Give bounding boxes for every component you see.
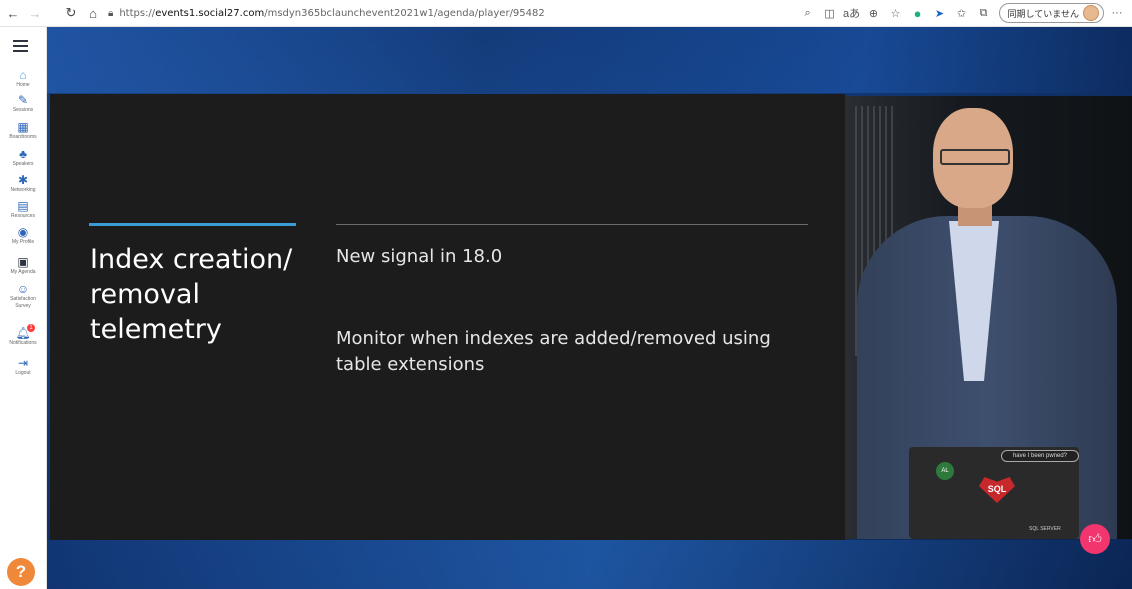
- notification-badge: 1: [27, 324, 35, 332]
- sticker-sql-server: SQL SERVER: [1029, 526, 1061, 532]
- home-icon[interactable]: ⌂: [84, 4, 102, 22]
- slide-title: Index creation/ removal telemetry: [90, 244, 293, 345]
- sidebar-item-label: Speakers: [12, 161, 34, 167]
- sidebar-item-label: Logout: [15, 370, 31, 376]
- speaker-icon: ♣: [19, 147, 27, 161]
- zoom-icon[interactable]: ⊕: [865, 3, 883, 23]
- favorites-icon[interactable]: ✩: [953, 3, 971, 23]
- split-icon[interactable]: ◫: [821, 3, 839, 23]
- url-path: /msdyn365bclaunchevent2021w1/agenda/play…: [264, 7, 545, 19]
- event-sidebar: ⌂ Home ✎ Sessions ▦ Boardrooms ♣ Speaker…: [0, 27, 47, 589]
- thumbs-up-button[interactable]: 👍︎: [1080, 524, 1110, 554]
- calendar-icon: ▣: [17, 255, 29, 269]
- sidebar-item-speakers[interactable]: ♣ Speakers: [0, 148, 46, 168]
- sidebar-item-label: Satisfaction Survey: [10, 296, 36, 309]
- forward-icon[interactable]: →: [26, 4, 44, 22]
- network-icon: ✱: [17, 173, 29, 187]
- avatar: [1083, 5, 1099, 21]
- collections-icon[interactable]: ⧉: [975, 3, 993, 23]
- logout-icon: ⇥: [17, 356, 29, 370]
- search-icon[interactable]: ⌕: [799, 3, 817, 23]
- session-player: Index creation/ removal telemetry New si…: [47, 27, 1132, 589]
- browser-toolbar: ← → ↻ ⌂ 🔒︎ https://events1.social27.com /…: [0, 0, 1132, 27]
- sticker-al: AL: [936, 462, 954, 480]
- sidebar-item-label: Resources: [11, 213, 35, 219]
- slide-body: Monitor when indexes are added/removed u…: [336, 328, 771, 375]
- title-accent-bar: [89, 223, 296, 226]
- sticker-sql: SQL: [979, 477, 1015, 503]
- sidebar-item-label: Home: [16, 82, 30, 88]
- sidebar-item-label: My Profile: [11, 239, 35, 245]
- home-icon: ⌂: [19, 68, 27, 82]
- sidebar-item-my-agenda[interactable]: ▣ My Agenda: [0, 256, 46, 276]
- profile-sync-button[interactable]: 同期していません: [998, 3, 1104, 23]
- lock-icon: 🔒︎: [108, 7, 114, 19]
- survey-icon: ☺: [16, 282, 30, 296]
- sidebar-item-networking[interactable]: ✱ Networking: [0, 174, 46, 194]
- address-bar[interactable]: 🔒︎ https://events1.social27.com/msdyn365…: [108, 3, 668, 23]
- sidebar-item-sessions[interactable]: ✎ Sessions: [0, 94, 46, 114]
- sidebar-item-label: Boardrooms: [9, 134, 37, 140]
- presentation-slide: Index creation/ removal telemetry New si…: [50, 94, 845, 540]
- glasses: [940, 149, 1010, 165]
- read-aloud-icon[interactable]: aあ: [843, 3, 861, 23]
- profile-icon: ◉: [17, 225, 29, 239]
- favorite-add-icon[interactable]: ☆: [887, 3, 905, 23]
- back-icon[interactable]: ←: [4, 4, 22, 22]
- sidebar-item-label: Sessions: [12, 107, 34, 113]
- refresh-icon[interactable]: ↻: [62, 4, 80, 22]
- content-divider: [336, 224, 808, 225]
- extension-green-icon[interactable]: ●: [909, 3, 927, 23]
- resources-icon: ▤: [17, 199, 29, 213]
- slide-subtitle: New signal in 18.0: [336, 246, 503, 267]
- menu-icon[interactable]: [13, 40, 28, 55]
- laptop: have I been pwned? AL SQL SQL SERVER: [909, 447, 1079, 539]
- pencil-icon: ✎: [17, 93, 29, 107]
- url-host: events1.social27.com: [155, 7, 265, 19]
- more-icon[interactable]: ···: [1108, 3, 1126, 23]
- sidebar-item-notifications[interactable]: 🔔︎ 1 Notifications: [0, 324, 46, 347]
- sticker-pwned: have I been pwned?: [1001, 450, 1079, 462]
- sidebar-item-satisfaction-survey[interactable]: ☺ Satisfaction Survey: [0, 283, 46, 310]
- help-button[interactable]: ?: [7, 558, 35, 586]
- sidebar-item-boardrooms[interactable]: ▦ Boardrooms: [0, 121, 46, 141]
- sidebar-item-logout[interactable]: ⇥ Logout: [0, 357, 46, 377]
- presenter-video[interactable]: have I been pwned? AL SQL SQL SERVER: [845, 96, 1132, 539]
- sidebar-item-label: Networking: [10, 187, 36, 193]
- extension-blue-icon[interactable]: ➤: [931, 3, 949, 23]
- sidebar-item-label: Notifications: [9, 340, 37, 346]
- sidebar-item-home[interactable]: ⌂ Home: [0, 69, 46, 89]
- sidebar-item-label: My Agenda: [10, 269, 36, 275]
- boardroom-icon: ▦: [17, 120, 29, 134]
- sidebar-item-resources[interactable]: ▤ Resources: [0, 200, 46, 220]
- sidebar-item-my-profile[interactable]: ◉ My Profile: [0, 226, 46, 246]
- sync-label: 同期していません: [1007, 8, 1079, 19]
- bell-icon: 🔔︎: [15, 326, 31, 340]
